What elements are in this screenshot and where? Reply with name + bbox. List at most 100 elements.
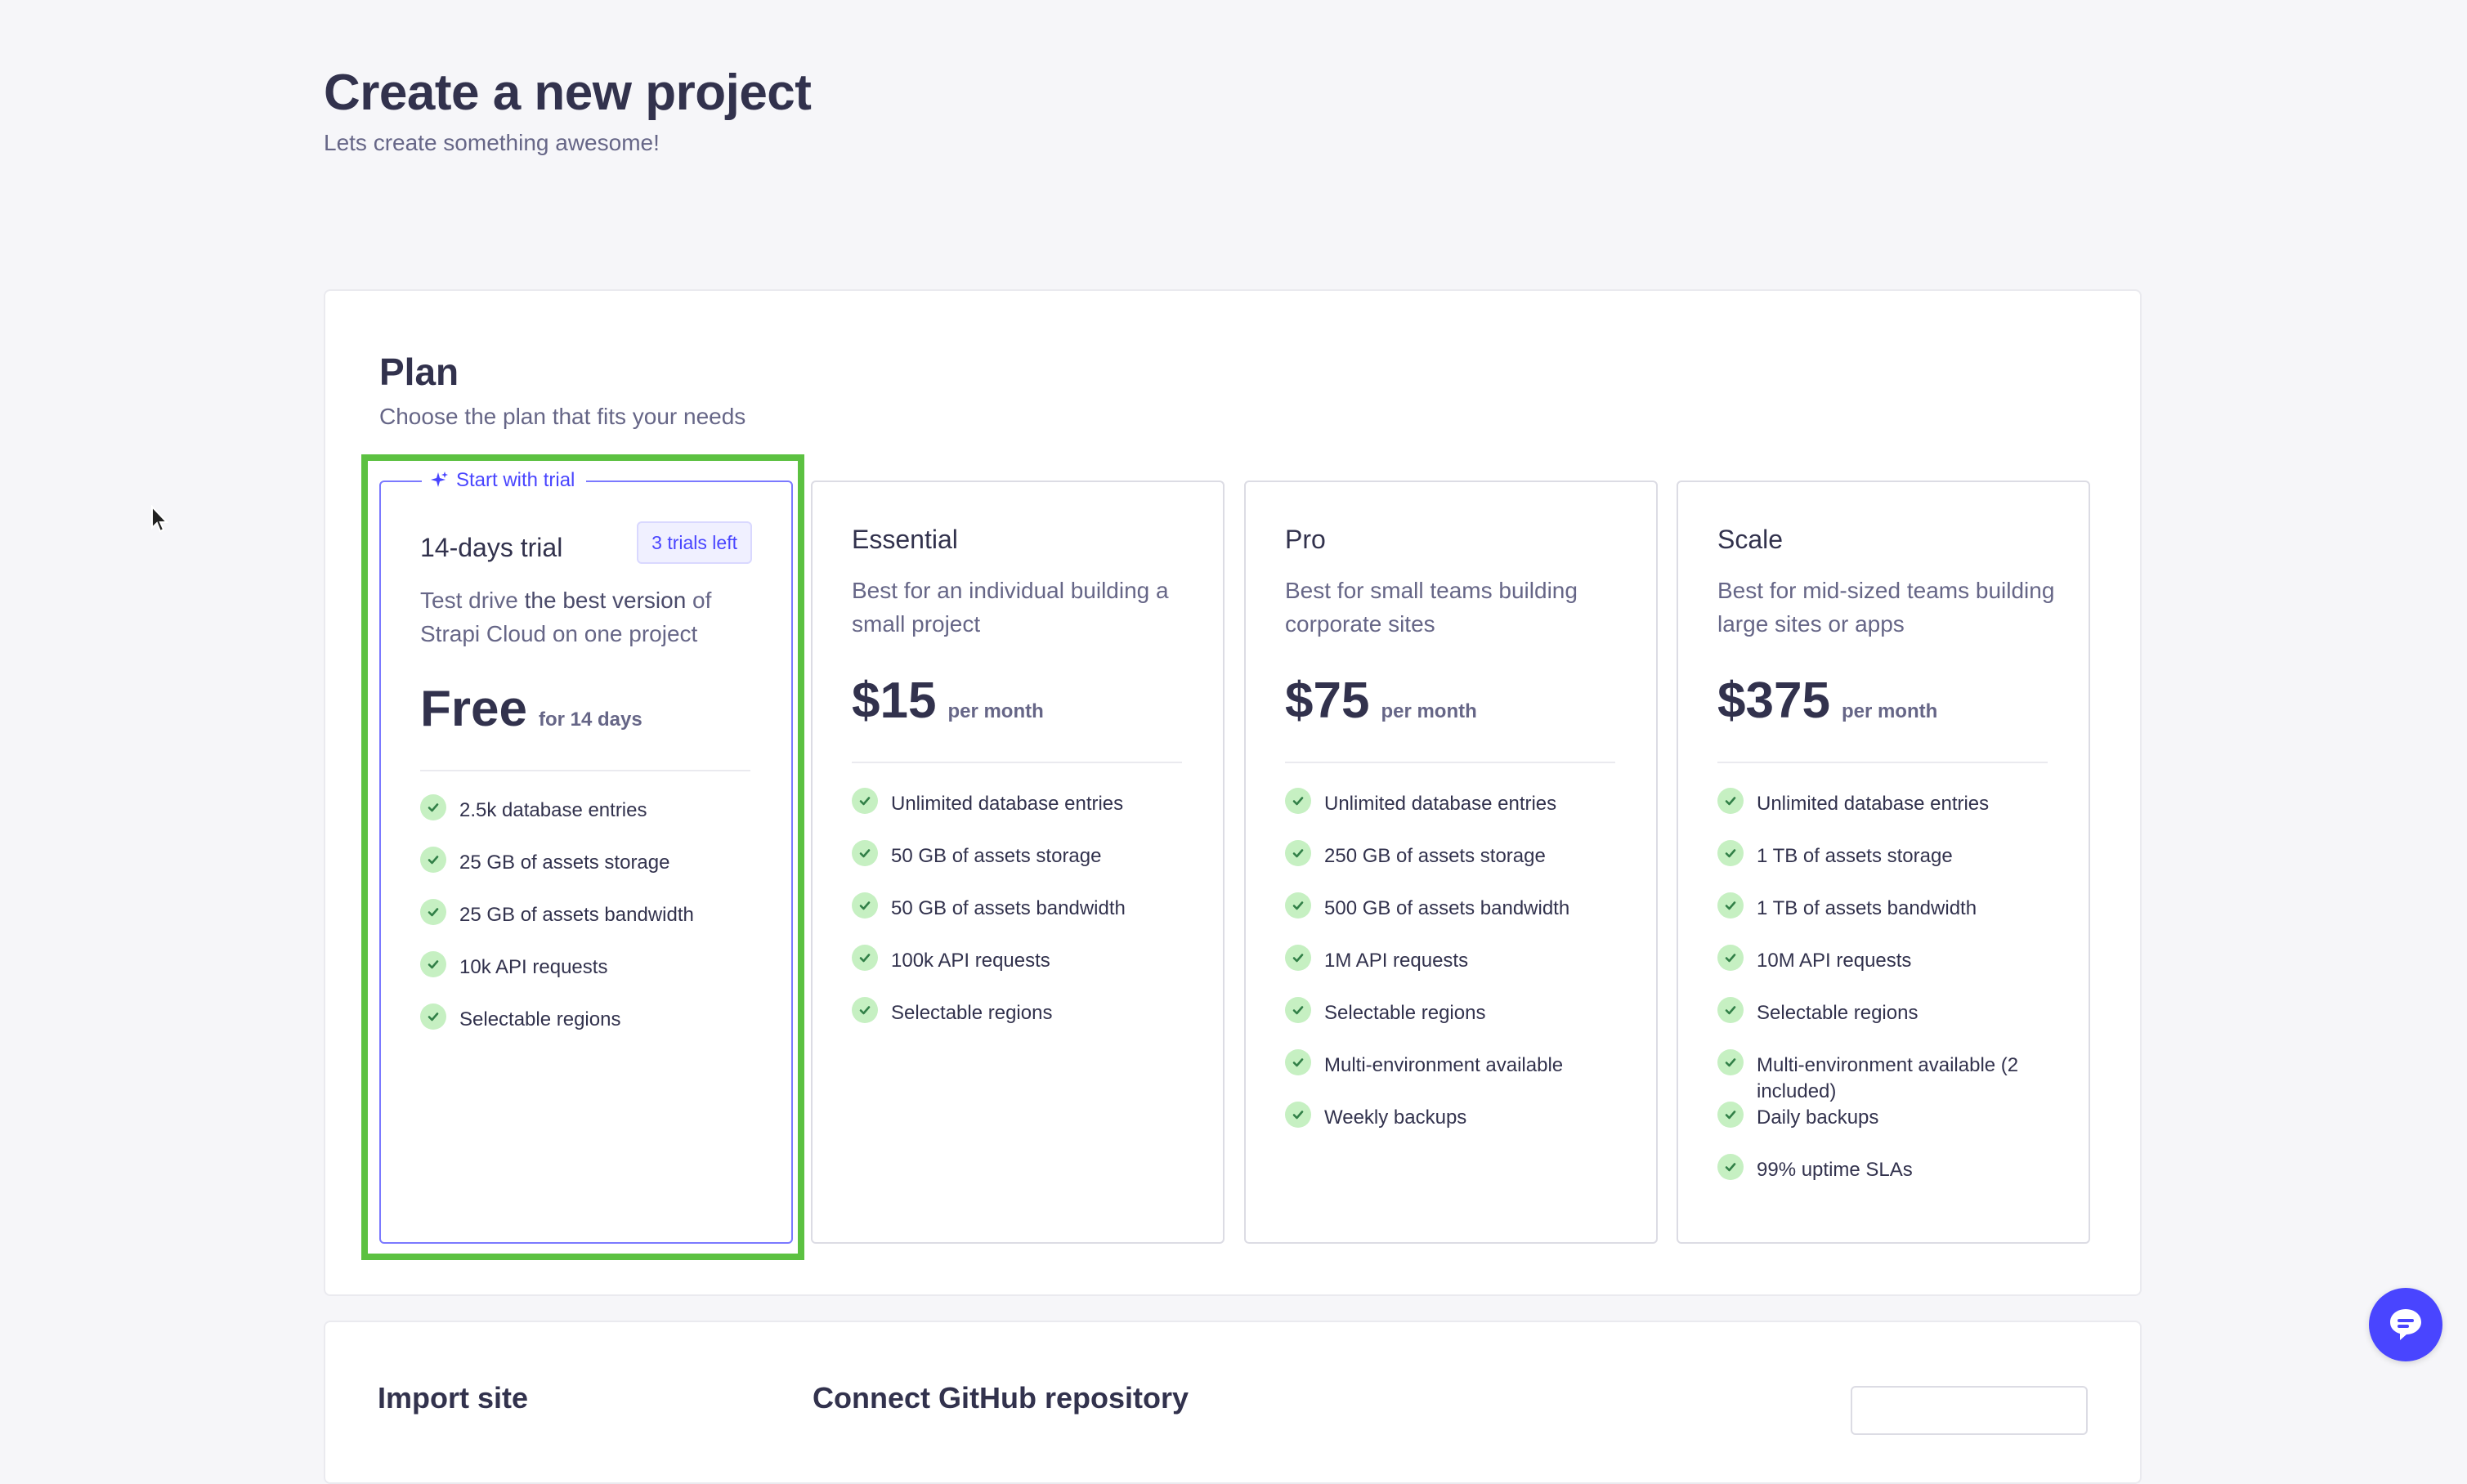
- check-icon: [420, 794, 446, 820]
- plan-name: Essential: [852, 525, 958, 554]
- divider: [1285, 762, 1615, 763]
- divider: [1717, 762, 2048, 763]
- check-icon: [1717, 1154, 1744, 1180]
- feature-item: 2.5k database entries: [420, 794, 772, 850]
- plan-description: Test drive the best version of Strapi Cl…: [420, 583, 763, 650]
- feature-text: Multi-environment available: [1324, 1054, 1564, 1076]
- check-icon: [1285, 997, 1311, 1023]
- feature-item: 25 GB of assets bandwidth: [420, 899, 772, 954]
- feature-text: Selectable regions: [891, 1002, 1053, 1024]
- check-icon: [1285, 892, 1311, 919]
- plan-price: $375: [1717, 673, 1830, 729]
- check-icon: [1717, 788, 1744, 814]
- feature-text: 25 GB of assets bandwidth: [459, 904, 694, 926]
- feature-text: 10k API requests: [459, 956, 608, 978]
- feature-text: Selectable regions: [1324, 1002, 1486, 1024]
- connect-github-title: Connect GitHub repository: [813, 1381, 1189, 1415]
- feature-item: Unlimited database entries: [852, 788, 1203, 843]
- plan-subtitle: Choose the plan that fits your needs: [379, 404, 746, 429]
- feature-text: Multi-environment available (2 included): [1757, 1054, 2019, 1102]
- feature-item: 1M API requests: [1285, 945, 1636, 1000]
- check-icon: [852, 945, 878, 971]
- plan-price: $75: [1285, 673, 1370, 729]
- plan-price-note: per month: [1841, 700, 1938, 722]
- plan-price-note: per month: [947, 700, 1044, 722]
- feature-item: 500 GB of assets bandwidth: [1285, 892, 1636, 948]
- feature-text: Unlimited database entries: [1757, 793, 1990, 815]
- feature-item: 1 TB of assets bandwidth: [1717, 892, 2069, 948]
- chat-icon: [2390, 1309, 2421, 1340]
- check-icon: [1285, 945, 1311, 971]
- repository-section: Import site Connect GitHub repository: [324, 1321, 2142, 1484]
- price-row: $15 per month: [852, 672, 1044, 730]
- mouse-cursor-icon: [151, 505, 169, 533]
- feature-item: 99% uptime SLAs: [1717, 1154, 2069, 1209]
- plan-price-note: for 14 days: [538, 708, 642, 731]
- feature-text: 25 GB of assets storage: [459, 852, 670, 874]
- feature-text: 50 GB of assets bandwidth: [891, 897, 1126, 919]
- divider: [852, 762, 1182, 763]
- feature-item: Selectable regions: [852, 997, 1203, 1053]
- plan-card-trial[interactable]: Start with trial 14-days trial 3 trials …: [379, 464, 793, 1244]
- chat-button[interactable]: [2369, 1288, 2442, 1361]
- plan-card-pro[interactable]: Pro Best for small teams building corpor…: [1244, 481, 1658, 1244]
- check-icon: [1285, 788, 1311, 814]
- feature-text: 250 GB of assets storage: [1324, 845, 1546, 867]
- trial-legend-text: Start with trial: [456, 469, 575, 491]
- page-header: Create a new project Lets create somethi…: [324, 64, 812, 156]
- plan-name: Scale: [1717, 525, 1784, 554]
- feature-item: Selectable regions: [1285, 997, 1636, 1053]
- plan-description: Best for mid-sized teams building large …: [1717, 578, 2055, 637]
- github-connect-button[interactable]: [1851, 1386, 2088, 1435]
- plan-price: Free: [420, 681, 527, 737]
- feature-text: 10M API requests: [1757, 950, 1912, 972]
- plan-description-emphasis: the best version: [524, 588, 687, 613]
- check-icon: [1717, 945, 1744, 971]
- feature-item: 100k API requests: [852, 945, 1203, 1000]
- feature-text: Selectable regions: [1757, 1002, 1919, 1024]
- feature-item: 50 GB of assets storage: [852, 840, 1203, 896]
- plan-name: 14-days trial: [420, 533, 563, 562]
- feature-item: Multi-environment available (2 included): [1717, 1049, 2069, 1105]
- plan-card-scale[interactable]: Scale Best for mid-sized teams building …: [1677, 481, 2090, 1244]
- plan-card-essential[interactable]: Essential Best for an individual buildin…: [811, 481, 1225, 1244]
- feature-text: Unlimited database entries: [891, 793, 1124, 815]
- check-icon: [420, 1003, 446, 1030]
- check-icon: [852, 892, 878, 919]
- feature-text: Unlimited database entries: [1324, 793, 1557, 815]
- feature-item: Multi-environment available: [1285, 1049, 1636, 1105]
- sparkle-icon: [431, 472, 448, 487]
- plan-description: Best for an individual building a small …: [852, 578, 1169, 637]
- feature-text: 50 GB of assets storage: [891, 845, 1102, 867]
- plan-description-start: Test drive: [420, 588, 525, 613]
- check-icon: [1285, 840, 1311, 866]
- check-icon: [1717, 1102, 1744, 1128]
- plan-description: Best for small teams building corporate …: [1285, 578, 1578, 637]
- check-icon: [1717, 892, 1744, 919]
- page-subtitle: Lets create something awesome!: [324, 130, 660, 155]
- feature-item: 10M API requests: [1717, 945, 2069, 1000]
- plan-section: Plan Choose the plan that fits your need…: [324, 289, 2142, 1296]
- feature-text: 99% uptime SLAs: [1757, 1159, 1913, 1181]
- feature-text: 2.5k database entries: [459, 799, 647, 821]
- start-with-trial-label: Start with trial: [422, 464, 587, 497]
- divider: [420, 770, 750, 771]
- plan-price-note: per month: [1381, 700, 1477, 722]
- feature-list: Unlimited database entries 50 GB of asset…: [852, 788, 1203, 1053]
- feature-item: Selectable regions: [420, 1003, 772, 1059]
- feature-text: Selectable regions: [459, 1008, 621, 1030]
- plan-price: $15: [852, 673, 937, 729]
- plan-name: Pro: [1285, 525, 1326, 554]
- check-icon: [852, 788, 878, 814]
- check-icon: [420, 847, 446, 873]
- feature-item: 50 GB of assets bandwidth: [852, 892, 1203, 948]
- trials-left-badge: 3 trials left: [637, 521, 752, 564]
- price-row: Free for 14 days: [420, 680, 642, 738]
- feature-text: Daily backups: [1757, 1106, 1879, 1129]
- feature-item: Unlimited database entries: [1717, 788, 2069, 843]
- check-icon: [420, 899, 446, 925]
- check-icon: [1717, 997, 1744, 1023]
- feature-item: Weekly backups: [1285, 1102, 1636, 1157]
- feature-item: 250 GB of assets storage: [1285, 840, 1636, 896]
- feature-text: 100k API requests: [891, 950, 1050, 972]
